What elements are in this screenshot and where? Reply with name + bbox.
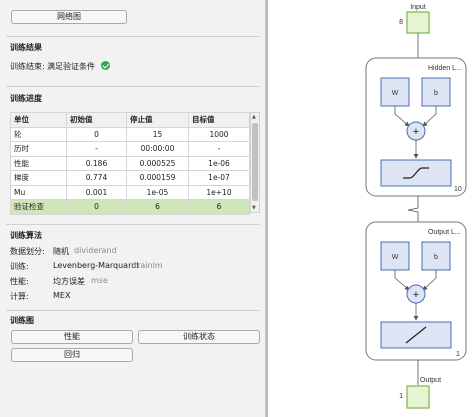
table-cell: 1e-05 [126,184,189,200]
progress-table: 单位 初始值 停止值 目标值 轮 0 15 1000 历时 - 00:00:00… [10,112,250,215]
section-divider [6,310,260,311]
scroll-down-icon[interactable]: ▼ [252,205,256,211]
input-node [406,11,430,34]
column-header: 初始值 [66,112,127,128]
input-label: Input [410,4,426,11]
hidden-bias-label: b [434,90,438,97]
output-sum-icon: + [413,289,419,301]
regression-plot-button[interactable]: 回归 [11,348,133,362]
table-cell: 0.774 [66,170,127,186]
success-check-icon [101,61,110,70]
table-cell: 6 [126,199,189,215]
algo-label: 计算: [10,292,29,301]
table-cell: 0 [66,126,127,142]
output-node [406,385,430,409]
table-cell: 6 [188,199,250,215]
output-layer-size: 1 [456,351,460,358]
training-state-plot-button[interactable]: 训练状态 [138,330,260,344]
table-row-highlighted: 验证检查 0 6 6 [10,199,250,215]
output-weight-label: W [392,254,399,261]
hidden-layer-title: Hidden L... [428,65,462,72]
table-cell: 历时 [10,141,67,157]
section-divider [6,86,260,87]
column-header: 停止值 [126,112,189,128]
algo-label: 性能: [10,277,29,286]
input-size: 8 [399,19,403,26]
table-cell: - [66,141,127,157]
algo-value: 均方误差 [53,277,85,286]
table-cell: 0.000525 [126,155,189,171]
hidden-sum-icon: + [413,126,419,138]
algo-value: Levenberg-Marquardt [53,261,140,270]
table-cell: 15 [126,126,189,142]
table-scrollbar[interactable]: ▲ ▼ [250,112,260,213]
hidden-layer-size: 10 [454,186,462,193]
algo-function: trainlm [134,261,163,270]
algo-label: 训练: [10,262,29,271]
progress-heading: 训练进度 [10,94,42,103]
table-cell: Mu [10,184,67,200]
table-row: 历时 - 00:00:00 - [10,141,250,157]
plots-heading: 训练图 [10,316,34,325]
connector-line [407,196,419,222]
table-cell: 1e-07 [188,170,250,186]
table-cell: 0.186 [66,155,127,171]
table-row: 性能 0.186 0.000525 1e-06 [10,155,250,171]
output-bias-label: b [434,254,438,261]
algorithms-heading: 训练算法 [10,231,42,240]
network-view-button[interactable]: 网络图 [11,10,127,24]
table-row: Mu 0.001 1e-05 1e+10 [10,184,250,200]
network-diagram: Input 8 Hidden L... W b + 10 Output L...… [365,4,467,409]
table-cell: 0.001 [66,184,127,200]
algo-value: 随机 [53,247,69,256]
table-cell: 验证检查 [10,199,67,215]
table-cell: 0 [66,199,127,215]
table-header-row: 单位 初始值 停止值 目标值 [10,112,250,128]
table-cell: 00:00:00 [126,141,189,157]
results-value: 满足验证条件 [47,62,95,71]
algo-function: dividerand [74,246,117,255]
table-cell: 性能 [10,155,67,171]
training-panel: 网络图 训练结果 训练结束: 满足验证条件 训练进度 单位 初始值 停止值 目标… [0,0,266,417]
table-cell: - [188,141,250,157]
column-header: 单位 [10,112,67,128]
section-divider [6,36,260,37]
table-cell: 轮 [10,126,67,142]
algo-function: mse [91,276,108,285]
network-diagram-panel: Input 8 Hidden L... W b + 10 Output L...… [268,0,474,417]
output-label: Output [420,377,441,384]
table-cell: 梯度 [10,170,67,186]
table-cell: 0.000159 [126,170,189,186]
table-cell: 1000 [188,126,250,142]
table-cell: 1e+10 [188,184,250,200]
results-heading: 训练结果 [10,43,42,52]
column-header: 目标值 [188,112,250,128]
table-cell: 1e-06 [188,155,250,171]
results-label: 训练结束: [10,62,45,71]
table-row: 梯度 0.774 0.000159 1e-07 [10,170,250,186]
section-divider [6,224,260,225]
scrollbar-thumb[interactable] [252,123,258,201]
performance-plot-button[interactable]: 性能 [11,330,133,344]
output-layer-title: Output L... [428,229,461,236]
output-node-size: 1 [399,393,403,400]
algo-value: MEX [53,291,71,300]
scroll-up-icon[interactable]: ▲ [252,114,256,120]
table-row: 轮 0 15 1000 [10,126,250,142]
algo-label: 数据划分: [10,247,45,256]
hidden-weight-label: W [392,90,399,97]
